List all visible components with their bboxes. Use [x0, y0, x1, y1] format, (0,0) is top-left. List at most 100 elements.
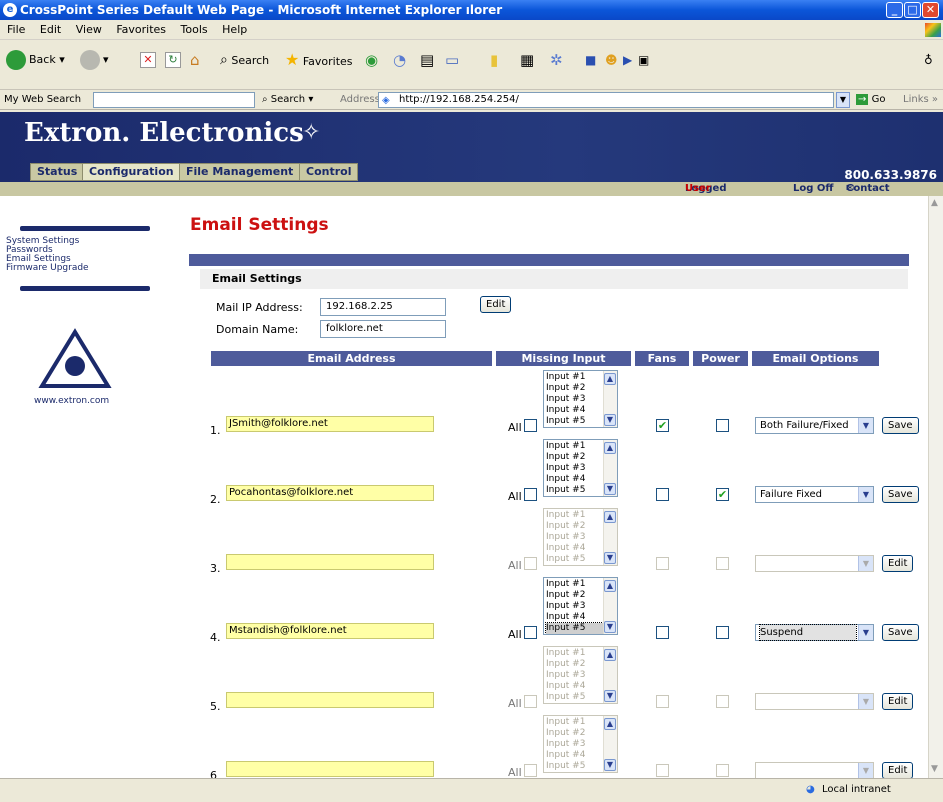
scroll-up-icon[interactable]: ▲ — [604, 718, 616, 730]
history-icon[interactable]: ◔ — [393, 48, 406, 72]
email-option-select[interactable]: ▼ — [755, 555, 874, 572]
email-option-select[interactable]: Failure Fixed ▼ — [755, 486, 874, 503]
fans-checkbox[interactable] — [656, 626, 669, 639]
all-inputs-checkbox[interactable] — [524, 557, 537, 570]
scroll-down-icon[interactable]: ▼ — [604, 690, 616, 702]
url-input[interactable]: ◈ http://192.168.254.254/ — [378, 92, 834, 108]
sidebar-item-firmware-upgrade[interactable]: Firmware Upgrade — [6, 263, 89, 273]
all-inputs-checkbox[interactable] — [524, 488, 537, 501]
scroll-up-icon[interactable]: ▲ — [604, 373, 616, 385]
monitor-icon[interactable]: ■ — [585, 48, 596, 72]
edit-mail-button[interactable]: Edit — [480, 296, 512, 313]
edit-button[interactable]: Edit — [882, 555, 914, 572]
menu-edit[interactable]: Edit — [40, 23, 61, 36]
menu-favorites[interactable]: Favorites — [116, 23, 166, 36]
links-button[interactable]: Links » — [903, 90, 938, 110]
save-button[interactable]: Save — [882, 417, 919, 434]
scroll-up-icon[interactable]: ▲ — [604, 580, 616, 592]
tab-file-management[interactable]: File Management — [179, 163, 301, 181]
fans-checkbox[interactable] — [656, 488, 669, 501]
my-web-search-input[interactable] — [93, 92, 255, 108]
edit-page-icon[interactable]: ▭ — [445, 48, 459, 72]
power-checkbox[interactable] — [716, 419, 729, 432]
chevron-down-icon[interactable]: ▼ — [858, 418, 873, 433]
menu-view[interactable]: View — [76, 23, 102, 36]
tab-status[interactable]: Status — [30, 163, 85, 181]
scroll-up-icon[interactable]: ▲ — [604, 442, 616, 454]
power-checkbox[interactable] — [716, 764, 729, 777]
missing-input-listbox[interactable]: Input #1 Input #2 Input #3 Input #4 Input #5… — [543, 646, 618, 704]
stop-icon[interactable]: ✕ — [140, 52, 156, 68]
chevron-down-icon[interactable]: ▼ — [858, 694, 873, 709]
back-button[interactable]: Back ▾ — [6, 48, 65, 72]
domain-field[interactable]: folklore.net — [320, 320, 446, 338]
address-search-button[interactable]: ⌕ Search ▾ — [262, 90, 313, 110]
search-button[interactable]: ⌕ Search — [220, 48, 269, 72]
fans-checkbox[interactable] — [656, 557, 669, 570]
log-off-link[interactable]: Log Off — [793, 182, 833, 196]
save-button[interactable]: Save — [882, 486, 919, 503]
media-icon[interactable]: ◉ — [365, 48, 378, 72]
all-inputs-checkbox[interactable] — [524, 626, 537, 639]
chevron-down-icon[interactable]: ▼ — [858, 625, 873, 640]
refresh-icon[interactable]: ↻ — [165, 52, 181, 68]
save-button[interactable]: Save — [882, 624, 919, 641]
fans-checkbox[interactable] — [656, 695, 669, 708]
chevron-down-icon[interactable]: ▼ — [858, 487, 873, 502]
print-icon[interactable]: ▤ — [420, 48, 434, 72]
email-address-field[interactable] — [226, 554, 434, 570]
scroll-up-icon[interactable]: ▲ — [604, 511, 616, 523]
play-icon[interactable]: ▶ — [623, 48, 632, 72]
menu-file[interactable]: File — [7, 23, 25, 36]
tab-configuration[interactable]: Configuration — [82, 163, 181, 181]
mail-ip-field[interactable]: 192.168.2.25 — [320, 298, 446, 316]
email-option-select[interactable]: Both Failure/Fixed ▼ — [755, 417, 874, 434]
email-option-select[interactable]: ▼ — [755, 762, 874, 779]
email-address-field[interactable]: Mstandish@folklore.net — [226, 623, 434, 639]
maximize-button[interactable]: □ — [904, 2, 921, 18]
missing-input-listbox[interactable]: Input #1 Input #2 Input #3 Input #4 Input #5… — [543, 508, 618, 566]
edit-button[interactable]: Edit — [882, 693, 914, 710]
email-option-select[interactable]: ▼ — [755, 693, 874, 710]
chevron-down-icon[interactable]: ▼ — [858, 763, 873, 778]
all-inputs-checkbox[interactable] — [524, 695, 537, 708]
folder-icon[interactable]: ▮ — [490, 48, 498, 72]
minimize-button[interactable]: _ — [886, 2, 903, 18]
power-checkbox[interactable] — [716, 626, 729, 639]
all-inputs-checkbox[interactable] — [524, 419, 537, 432]
menu-help[interactable]: Help — [222, 23, 247, 36]
missing-input-listbox[interactable]: Input #1 Input #2 Input #3 Input #4 Input #5… — [543, 439, 618, 497]
scroll-up-icon[interactable]: ▲ — [931, 198, 938, 208]
missing-input-listbox[interactable]: Input #1 Input #2 Input #3 Input #4 Input #5… — [543, 715, 618, 773]
email-address-field[interactable] — [226, 761, 434, 777]
edit-button[interactable]: Edit — [882, 762, 914, 779]
toolbar-extra-icon[interactable]: ♁ — [924, 48, 933, 72]
email-address-field[interactable]: JSmith@folklore.net — [226, 416, 434, 432]
scroll-down-icon[interactable]: ▼ — [604, 552, 616, 564]
missing-input-listbox[interactable]: Input #1 Input #2 Input #3 Input #4 Input #5… — [543, 370, 618, 428]
research-icon[interactable]: ▦ — [520, 48, 534, 72]
extron-url[interactable]: www.extron.com — [34, 396, 109, 406]
scroll-down-icon[interactable]: ▼ — [604, 621, 616, 633]
favorites-button[interactable]: ★ Favorites — [285, 48, 353, 72]
fans-checkbox[interactable] — [656, 764, 669, 777]
scroll-down-icon[interactable]: ▼ — [931, 764, 938, 774]
power-checkbox[interactable]: ✔ — [716, 488, 729, 501]
email-address-field[interactable] — [226, 692, 434, 708]
close-button[interactable]: ✕ — [922, 2, 939, 18]
menu-tools[interactable]: Tools — [181, 23, 208, 36]
tab-control[interactable]: Control — [299, 163, 359, 181]
all-inputs-checkbox[interactable] — [524, 764, 537, 777]
forward-button[interactable]: ▾ — [80, 48, 109, 72]
power-checkbox[interactable] — [716, 695, 729, 708]
vertical-scrollbar[interactable]: ▲ ▼ — [928, 196, 943, 778]
scroll-down-icon[interactable]: ▼ — [604, 759, 616, 771]
email-address-field[interactable]: Pocahontas@folklore.net — [226, 485, 434, 501]
url-dropdown-button[interactable]: ▼ — [836, 92, 850, 108]
go-button[interactable]: → Go — [856, 90, 885, 110]
window-icon[interactable]: ▣ — [638, 48, 649, 72]
scroll-down-icon[interactable]: ▼ — [604, 414, 616, 426]
scroll-up-icon[interactable]: ▲ — [604, 649, 616, 661]
missing-input-listbox[interactable]: Input #1 Input #2 Input #3 Input #4 Input #5… — [543, 577, 618, 635]
email-option-select[interactable]: Suspend ▼ — [755, 624, 874, 641]
